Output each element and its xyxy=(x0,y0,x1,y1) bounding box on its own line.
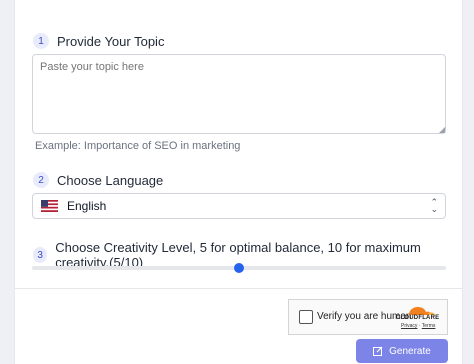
step-2-title: Choose Language xyxy=(57,172,164,188)
captcha-links: Privacy · Terms xyxy=(401,323,435,329)
topic-example: Example: Importance of SEO in marketing xyxy=(35,140,241,152)
captcha-widget: Verify you are human CLOUDFLARE Privacy … xyxy=(288,299,448,335)
generate-button[interactable]: Generate xyxy=(356,339,448,363)
divider xyxy=(15,288,462,289)
chevron-updown-icon: ⌃ ⌄ xyxy=(430,197,438,214)
step-2-number: 2 xyxy=(33,172,49,188)
us-flag-icon xyxy=(41,200,58,212)
terms-link[interactable]: Terms xyxy=(422,323,436,329)
step-1-title: Provide Your Topic xyxy=(57,33,165,49)
step-1-header: 1 Provide Your Topic xyxy=(33,33,164,49)
captcha-checkbox[interactable] xyxy=(299,310,313,324)
resize-grip-icon[interactable]: ◢ xyxy=(439,126,445,134)
edit-icon xyxy=(373,346,383,356)
creativity-slider-thumb[interactable] xyxy=(234,263,244,273)
language-selected: English xyxy=(67,199,107,213)
generate-label: Generate xyxy=(389,345,431,357)
step-1-number: 1 xyxy=(33,33,49,49)
step-2-header: 2 Choose Language xyxy=(33,172,163,188)
privacy-link[interactable]: Privacy xyxy=(401,323,417,329)
form-card: 1 Provide Your Topic ◢ Example: Importan… xyxy=(14,0,463,364)
topic-textarea[interactable] xyxy=(32,54,446,134)
link-separator: · xyxy=(418,323,421,329)
cloudflare-brand: CLOUDFLARE xyxy=(396,315,440,321)
step-3-number: 3 xyxy=(33,247,48,263)
language-select[interactable]: English ⌃ ⌄ xyxy=(32,193,446,219)
